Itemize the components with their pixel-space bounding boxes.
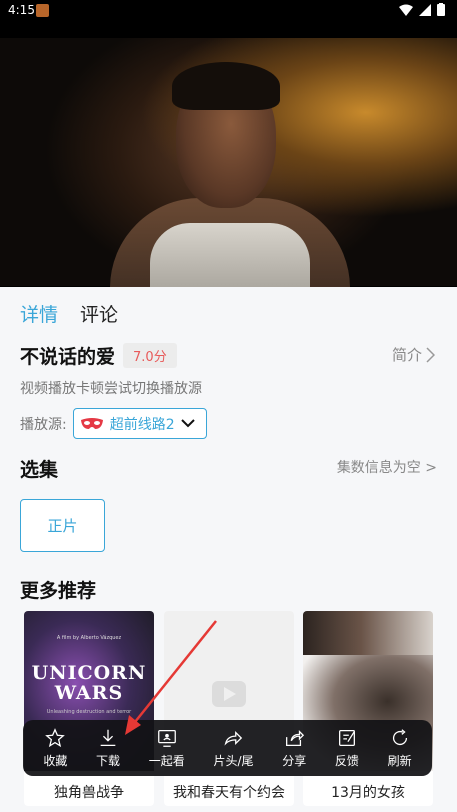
playback-tip: 视频播放卡顿尝试切换播放源	[20, 381, 202, 397]
card-title: 我和春天有个约会	[173, 785, 285, 801]
episodes-title: 选集	[20, 459, 59, 481]
share-button[interactable]: 分享	[282, 727, 306, 769]
refresh-icon	[392, 729, 407, 746]
chevron-right-icon	[426, 346, 435, 363]
app-notification-icon	[36, 4, 49, 17]
favorite-label: 收藏	[43, 754, 68, 768]
recommend-title: 更多推荐	[20, 580, 97, 602]
source-value: 超前线路2	[109, 416, 175, 433]
card-title: 独角兽战争	[54, 785, 124, 801]
source-select[interactable]: 超前线路2	[72, 408, 207, 439]
intro-label: 简介	[391, 346, 422, 364]
skip-intro-icon	[224, 730, 243, 746]
source-row: 播放源: 超前线路2	[20, 408, 207, 439]
video-frame	[0, 38, 457, 287]
title-row: 不说话的爱 7.0分	[20, 342, 177, 369]
share-icon	[286, 730, 305, 746]
episode-button[interactable]: 正片	[20, 499, 105, 552]
wifi-icon	[399, 4, 413, 16]
score-badge: 7.0分	[123, 343, 177, 368]
download-button[interactable]: 下载	[96, 727, 120, 769]
tab-details[interactable]: 详情	[20, 300, 58, 327]
download-label: 下载	[96, 754, 121, 768]
movie-title: 不说话的爱	[20, 346, 116, 368]
poster-tagline: Unleashing destruction and terror	[46, 709, 132, 715]
star-icon	[45, 728, 66, 748]
share-label: 分享	[282, 754, 307, 768]
source-label: 播放源:	[20, 416, 67, 433]
download-icon	[100, 729, 116, 746]
action-bar: 收藏 下载 一起看 片头/尾 分享 反馈 刷新	[23, 720, 432, 776]
skip-intro-button[interactable]: 片头/尾	[213, 727, 254, 769]
card-title: 13月的女孩	[331, 785, 405, 801]
detail-tabs: 详情 评论	[20, 300, 118, 327]
recommend-card[interactable]: A film by Alberto Vázquez UNICORN WARS U…	[24, 611, 154, 806]
poster-title: UNICORN WARS	[31, 662, 147, 704]
tab-comments[interactable]: 评论	[80, 300, 118, 327]
watch-together-icon	[157, 730, 176, 747]
intro-link[interactable]: 简介	[392, 344, 435, 365]
recommend-card[interactable]: 13月的女孩	[303, 611, 433, 806]
refresh-label: 刷新	[387, 754, 412, 768]
signal-icon	[419, 3, 431, 16]
video-player[interactable]	[0, 22, 457, 287]
feedback-button[interactable]: 反馈	[335, 727, 359, 769]
watch-together-label: 一起看	[148, 754, 185, 768]
feedback-label: 反馈	[334, 754, 359, 768]
refresh-button[interactable]: 刷新	[388, 727, 412, 769]
mask-icon	[80, 417, 103, 429]
status-bar: 4:15	[0, 0, 457, 22]
chevron-down-icon	[180, 419, 195, 428]
recommend-card[interactable]: 我和春天有个约会	[164, 611, 294, 806]
skip-intro-label: 片头/尾	[213, 754, 254, 768]
watch-together-button[interactable]: 一起看	[149, 727, 185, 769]
favorite-button[interactable]: 收藏	[43, 727, 67, 769]
poster-credit: A film by Alberto Vázquez	[56, 635, 122, 641]
episode-info-link[interactable]: 集数信息为空 >	[337, 457, 437, 477]
status-time: 4:15	[8, 3, 35, 17]
feedback-icon	[338, 730, 355, 746]
battery-icon	[437, 3, 445, 16]
